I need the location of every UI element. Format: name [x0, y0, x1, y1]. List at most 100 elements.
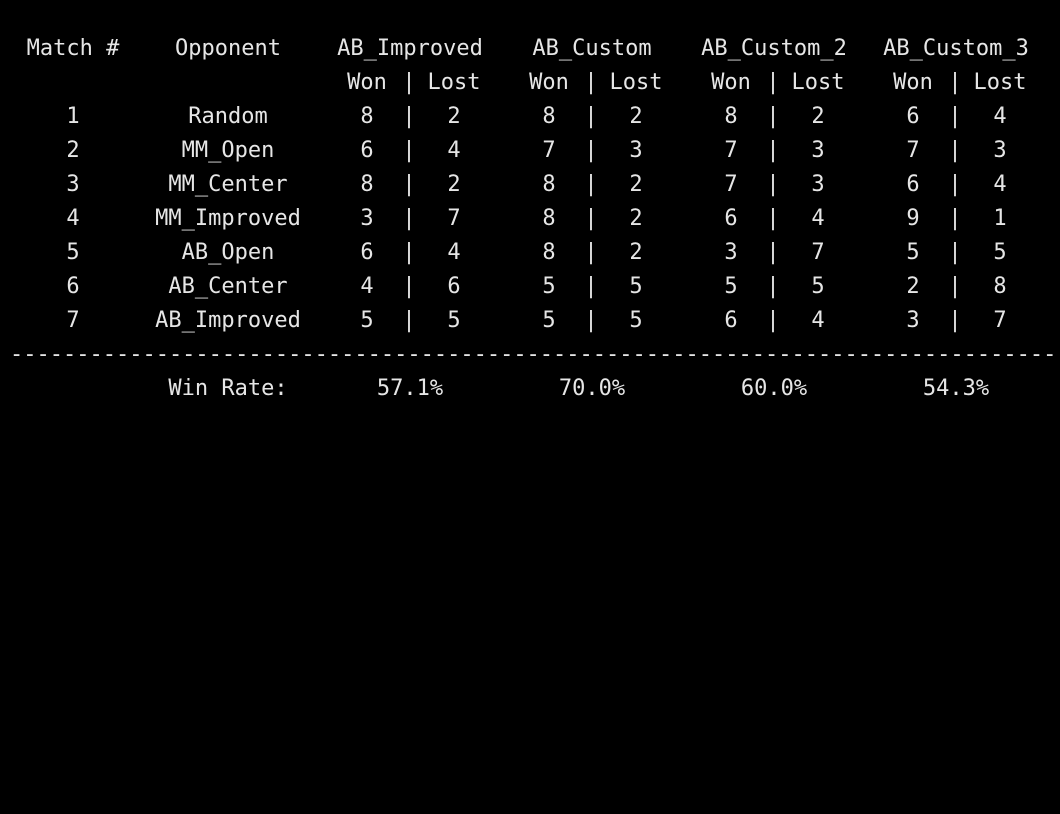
opponent-name: MM_Center	[168, 172, 288, 197]
won-count: 5	[542, 308, 556, 333]
match-number: 7	[66, 308, 80, 333]
lost-count: 5	[447, 308, 461, 333]
separator: |	[948, 308, 962, 333]
separator: |	[766, 274, 780, 299]
won-label: Won	[711, 70, 751, 95]
separator: |	[402, 70, 416, 95]
opponent-name: AB_Open	[181, 240, 275, 265]
win-rate-row: Win Rate: 57.1% 70.0% 60.0% 54.3%	[0, 372, 1060, 406]
lost-label: Lost	[973, 70, 1027, 95]
separator: |	[948, 172, 962, 197]
opponent-name: MM_Open	[181, 138, 275, 163]
lost-count: 7	[993, 308, 1007, 333]
won-count: 8	[542, 172, 556, 197]
lost-count: 3	[811, 138, 825, 163]
won-count: 9	[906, 206, 920, 231]
match-column-header: Match #	[26, 36, 120, 61]
won-label: Won	[893, 70, 933, 95]
won-count: 6	[360, 240, 374, 265]
table-row: 3 MM_Center 8 | 2 8 | 2 7 | 3 6 | 4	[0, 168, 1060, 202]
separator: |	[584, 138, 598, 163]
lost-count: 2	[629, 206, 643, 231]
separator: |	[766, 172, 780, 197]
table-row: 5 AB_Open 6 | 4 8 | 2 3 | 7 5 | 5	[0, 236, 1060, 270]
won-label: Won	[347, 70, 387, 95]
agent-header-ab-custom: AB_Custom	[532, 36, 652, 61]
opponent-name: AB_Improved	[155, 308, 301, 333]
lost-count: 2	[811, 104, 825, 129]
win-rate-ab-custom-2: 60.0%	[740, 376, 808, 401]
separator: |	[402, 240, 416, 265]
match-number: 3	[66, 172, 80, 197]
lost-count: 4	[811, 308, 825, 333]
won-count: 6	[724, 206, 738, 231]
table-row: 7 AB_Improved 5 | 5 5 | 5 6 | 4 3 | 7	[0, 304, 1060, 338]
lost-count: 5	[629, 274, 643, 299]
divider-line: ----------------------------------------…	[10, 342, 1056, 367]
match-number: 2	[66, 138, 80, 163]
lost-count: 5	[629, 308, 643, 333]
won-count: 3	[724, 240, 738, 265]
separator: |	[402, 308, 416, 333]
table-row: 4 MM_Improved 3 | 7 8 | 2 6 | 4 9 | 1	[0, 202, 1060, 236]
win-rate-ab-custom-3: 54.3%	[922, 376, 990, 401]
match-number: 5	[66, 240, 80, 265]
header-row-won-lost: Won | Lost Won | Lost Won | Lost Won | L…	[0, 66, 1060, 100]
lost-count: 1	[993, 206, 1007, 231]
lost-label: Lost	[427, 70, 481, 95]
won-count: 4	[360, 274, 374, 299]
separator: |	[766, 206, 780, 231]
separator: |	[584, 240, 598, 265]
lost-count: 5	[811, 274, 825, 299]
won-count: 5	[906, 240, 920, 265]
lost-count: 4	[993, 172, 1007, 197]
won-count: 5	[724, 274, 738, 299]
opponent-name: MM_Improved	[155, 206, 301, 231]
lost-count: 2	[629, 172, 643, 197]
separator: |	[402, 138, 416, 163]
won-count: 7	[724, 138, 738, 163]
separator: |	[948, 206, 962, 231]
agent-header-ab-custom-2: AB_Custom_2	[701, 36, 847, 61]
lost-count: 3	[811, 172, 825, 197]
lost-count: 4	[447, 138, 461, 163]
separator: |	[402, 206, 416, 231]
win-rate-ab-improved: 57.1%	[376, 376, 444, 401]
won-count: 8	[360, 172, 374, 197]
lost-count: 7	[811, 240, 825, 265]
won-count: 7	[906, 138, 920, 163]
won-count: 5	[542, 274, 556, 299]
separator: |	[948, 274, 962, 299]
lost-count: 3	[993, 138, 1007, 163]
won-count: 6	[906, 172, 920, 197]
match-number: 1	[66, 104, 80, 129]
won-count: 2	[906, 274, 920, 299]
lost-count: 2	[629, 104, 643, 129]
lost-label: Lost	[791, 70, 845, 95]
won-count: 8	[542, 240, 556, 265]
separator: |	[766, 308, 780, 333]
lost-count: 5	[993, 240, 1007, 265]
header-row-agents: Match # Opponent AB_Improved AB_Custom A…	[0, 32, 1060, 66]
table-row: 6 AB_Center 4 | 6 5 | 5 5 | 5 2 | 8	[0, 270, 1060, 304]
lost-count: 3	[629, 138, 643, 163]
won-label: Won	[529, 70, 569, 95]
won-count: 3	[906, 308, 920, 333]
separator: |	[948, 240, 962, 265]
separator: |	[948, 104, 962, 129]
lost-label: Lost	[609, 70, 663, 95]
won-count: 8	[542, 104, 556, 129]
won-count: 7	[724, 172, 738, 197]
win-rate-label: Win Rate:	[168, 376, 288, 401]
lost-count: 4	[447, 240, 461, 265]
opponent-name: Random	[188, 104, 268, 129]
opponent-name: AB_Center	[168, 274, 288, 299]
separator: |	[402, 104, 416, 129]
won-count: 8	[724, 104, 738, 129]
table-row: 1 Random 8 | 2 8 | 2 8 | 2 6 | 4	[0, 100, 1060, 134]
separator: |	[584, 206, 598, 231]
separator: |	[584, 104, 598, 129]
won-count: 5	[360, 308, 374, 333]
won-count: 8	[542, 206, 556, 231]
won-lost-header-ab-custom-3: Won | Lost	[0, 70, 1026, 775]
